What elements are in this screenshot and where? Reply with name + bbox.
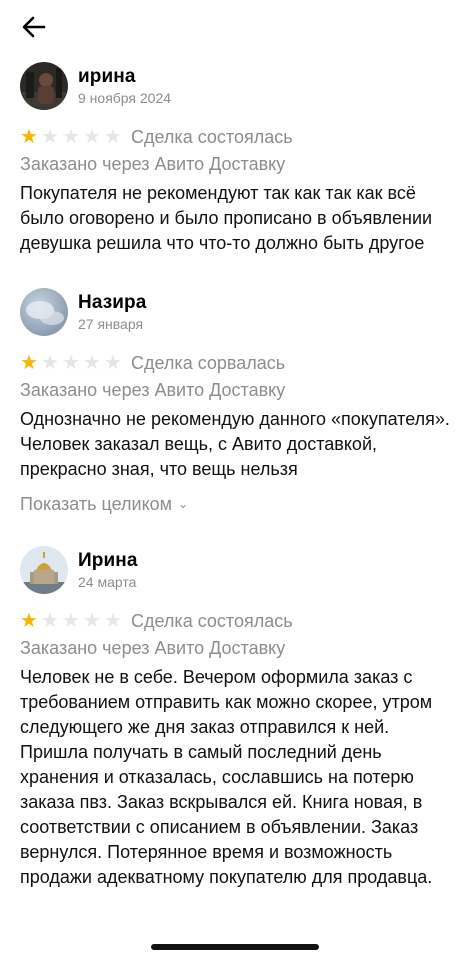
chevron-down-icon: ⌄ bbox=[178, 497, 189, 511]
star-icon: ★ bbox=[83, 126, 101, 148]
review-card: Назира 27 января ★ ★ ★ ★ ★ Сделка сорвал… bbox=[20, 288, 460, 518]
star-icon: ★ bbox=[62, 352, 80, 374]
star-icon: ★ bbox=[20, 610, 38, 632]
rating-stars: ★ ★ ★ ★ ★ bbox=[20, 611, 125, 631]
delivery-method: Заказано через Авито Доставку bbox=[20, 154, 286, 174]
review-date: 24 марта bbox=[78, 573, 137, 590]
delivery-method: Заказано через Авито Доставку bbox=[20, 380, 286, 400]
review-card: Ирина 24 марта ★ ★ ★ ★ ★ Сделка состояла… bbox=[20, 546, 460, 890]
review-header: Ирина 24 марта bbox=[20, 546, 460, 594]
review-text: Покупателя не рекомендуют так как так ка… bbox=[20, 183, 433, 253]
star-icon: ★ bbox=[20, 126, 38, 148]
rating-row: ★ ★ ★ ★ ★ Сделка состоялась bbox=[20, 609, 460, 633]
star-icon: ★ bbox=[20, 352, 38, 374]
review-card: ирина 9 ноября 2024 ★ ★ ★ ★ ★ Сделка сос… bbox=[20, 62, 460, 256]
delivery-method: Заказано через Авито Доставку bbox=[20, 638, 286, 658]
reviewer-name[interactable]: Назира bbox=[78, 292, 146, 314]
star-icon: ★ bbox=[41, 610, 59, 632]
review-text: Человек не в себе. Вечером оформила зака… bbox=[20, 667, 433, 887]
rating-row: ★ ★ ★ ★ ★ Сделка сорвалась bbox=[20, 351, 460, 375]
star-icon: ★ bbox=[104, 352, 122, 374]
star-icon: ★ bbox=[62, 126, 80, 148]
deal-status: Сделка состоялась bbox=[131, 610, 293, 631]
review-date: 9 ноября 2024 bbox=[78, 89, 172, 106]
show-more-link[interactable]: Показать целиком ⌄ bbox=[20, 492, 460, 518]
arrow-left-icon bbox=[22, 16, 46, 38]
avatar[interactable] bbox=[20, 62, 68, 110]
star-icon: ★ bbox=[104, 126, 122, 148]
deal-status: Сделка сорвалась bbox=[131, 352, 286, 373]
reviewer-name[interactable]: ирина bbox=[78, 66, 171, 88]
star-icon: ★ bbox=[41, 126, 59, 148]
star-icon: ★ bbox=[83, 610, 101, 632]
deal-status: Сделка состоялась bbox=[131, 126, 293, 147]
home-indicator[interactable] bbox=[151, 944, 319, 950]
star-icon: ★ bbox=[41, 352, 59, 374]
reviewer-name[interactable]: Ирина bbox=[78, 550, 138, 572]
star-icon: ★ bbox=[104, 610, 122, 632]
rating-stars: ★ ★ ★ ★ ★ bbox=[20, 127, 125, 147]
review-text: Однозначно не рекомендую данного «покупа… bbox=[20, 409, 450, 479]
review-header: ирина 9 ноября 2024 bbox=[20, 62, 460, 110]
avatar[interactable] bbox=[20, 288, 68, 336]
rating-row: ★ ★ ★ ★ ★ Сделка состоялась bbox=[20, 125, 460, 149]
review-header: Назира 27 января bbox=[20, 288, 460, 336]
star-icon: ★ bbox=[62, 610, 80, 632]
star-icon: ★ bbox=[83, 352, 101, 374]
show-more-label: Показать целиком bbox=[20, 494, 173, 514]
review-date: 27 января bbox=[78, 315, 144, 332]
back-button[interactable] bbox=[20, 14, 48, 40]
rating-stars: ★ ★ ★ ★ ★ bbox=[20, 353, 125, 373]
avatar[interactable] bbox=[20, 546, 68, 594]
